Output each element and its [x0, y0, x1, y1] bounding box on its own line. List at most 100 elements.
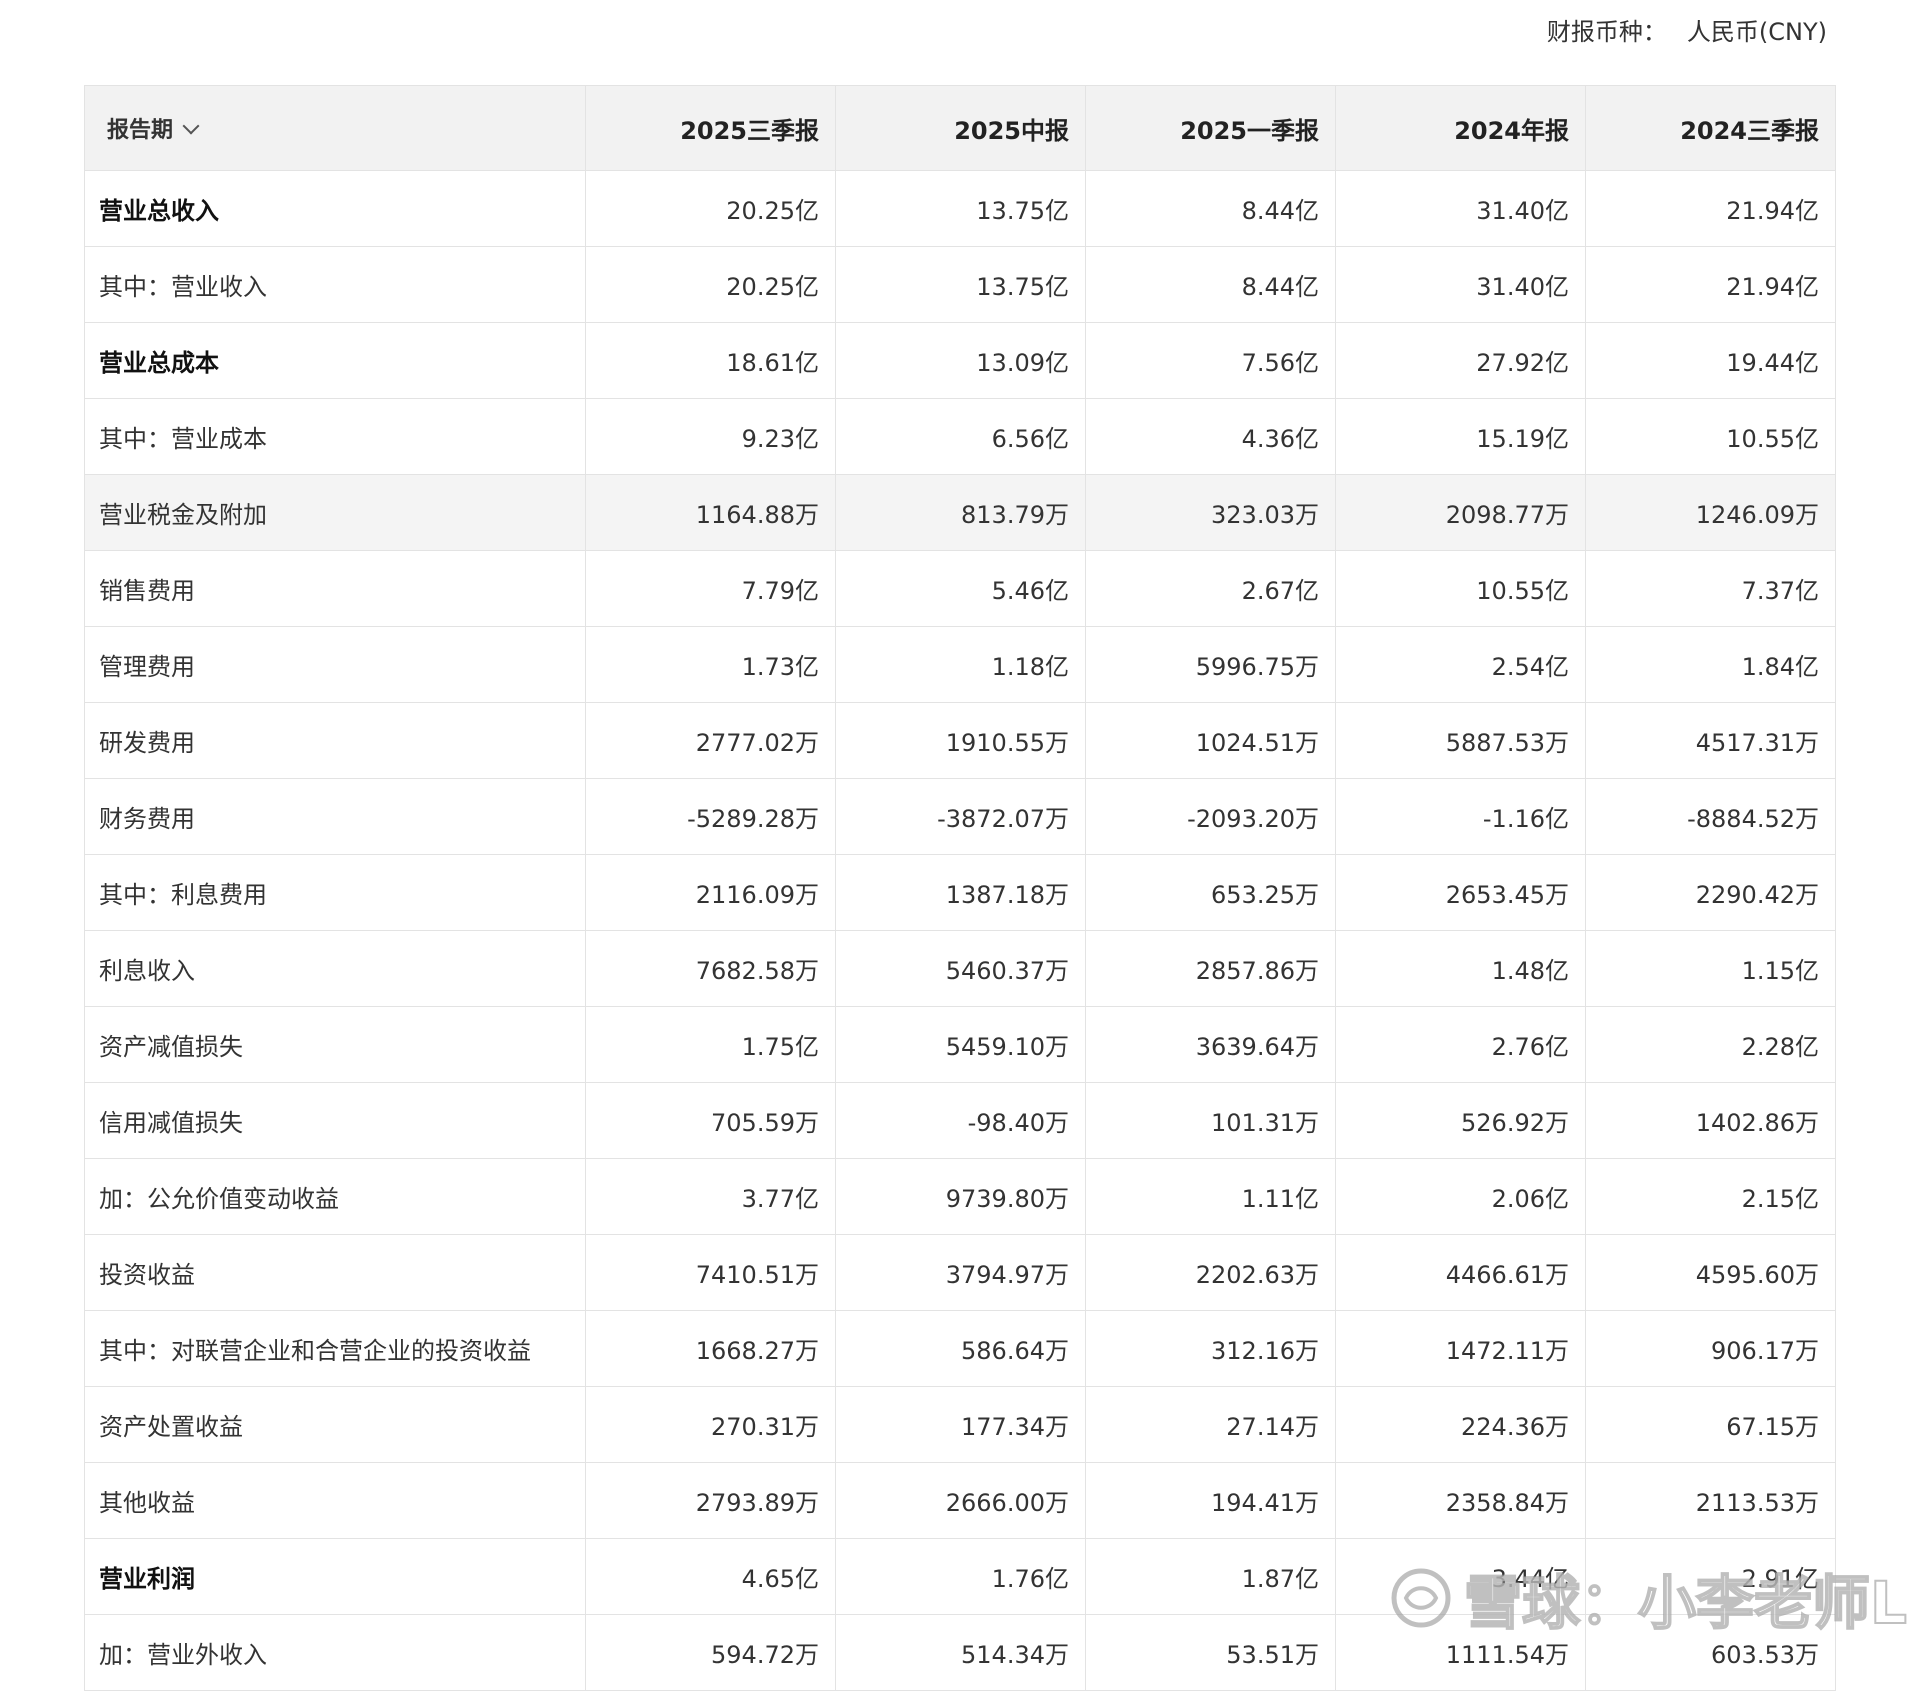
row-value: 1.75亿 [585, 1006, 836, 1083]
row-value: 4595.60万 [1585, 1234, 1836, 1311]
income-statement-table-container: 报告期 2025三季报 2025中报 2025一季报 2024年报 2024三季… [84, 85, 1836, 1691]
report-period-label: 报告期 [107, 118, 174, 143]
row-value: 1.48亿 [1335, 930, 1586, 1007]
row-label: 加：公允价值变动收益 [84, 1158, 586, 1235]
table-row: 研发费用 2777.02万 1910.55万 1024.51万 5887.53万 4517… [84, 702, 1836, 779]
row-label: 营业总成本 [84, 322, 586, 399]
row-value: 312.16万 [1085, 1310, 1336, 1387]
row-value: -98.40万 [835, 1082, 1086, 1159]
row-value: 27.92亿 [1335, 322, 1586, 399]
row-value: 9739.80万 [835, 1158, 1086, 1235]
row-label: 资产减值损失 [84, 1006, 586, 1083]
row-value: 1668.27万 [585, 1310, 836, 1387]
row-value: 1.15亿 [1585, 930, 1836, 1007]
row-value: 224.36万 [1335, 1386, 1586, 1463]
column-header: 2025中报 [835, 85, 1086, 171]
row-value: 2098.77万 [1335, 474, 1586, 551]
row-value: 1111.54万 [1335, 1614, 1586, 1691]
row-value: 603.53万 [1585, 1614, 1836, 1691]
row-value: 3794.97万 [835, 1234, 1086, 1311]
row-label: 投资收益 [84, 1234, 586, 1311]
row-value: 705.59万 [585, 1082, 836, 1159]
row-value: 7.56亿 [1085, 322, 1336, 399]
row-value: 13.75亿 [835, 170, 1086, 247]
table-row: 资产减值损失 1.75亿 5459.10万 3639.64万 2.76亿 2.28亿 [84, 1006, 1836, 1083]
row-value: 8.44亿 [1085, 246, 1336, 323]
row-value: 5.46亿 [835, 550, 1086, 627]
row-label: 利息收入 [84, 930, 586, 1007]
table-row: 其中：营业成本 9.23亿 6.56亿 4.36亿 15.19亿 10.55亿 [84, 398, 1836, 475]
row-value: 5996.75万 [1085, 626, 1336, 703]
row-value: 5887.53万 [1335, 702, 1586, 779]
table-row: 加：营业外收入 594.72万 514.34万 53.51万 1111.54万 603.5… [84, 1614, 1836, 1691]
report-period-dropdown[interactable]: 报告期 [84, 85, 586, 171]
row-value: 7.37亿 [1585, 550, 1836, 627]
row-value: 2.15亿 [1585, 1158, 1836, 1235]
table-row: 财务费用 -5289.28万 -3872.07万 -2093.20万 -1.16亿 -88… [84, 778, 1836, 855]
row-value: 653.25万 [1085, 854, 1336, 931]
row-value: 270.31万 [585, 1386, 836, 1463]
table-row: 资产处置收益 270.31万 177.34万 27.14万 224.36万 67.15万 [84, 1386, 1836, 1463]
row-value: 2.76亿 [1335, 1006, 1586, 1083]
row-value: 323.03万 [1085, 474, 1336, 551]
currency-value: 人民币(CNY) [1686, 18, 1827, 46]
row-value: -1.16亿 [1335, 778, 1586, 855]
row-value: 2290.42万 [1585, 854, 1836, 931]
table-row: 营业总成本 18.61亿 13.09亿 7.56亿 27.92亿 19.44亿 [84, 322, 1836, 399]
row-label: 营业税金及附加 [84, 474, 586, 551]
chevron-down-icon [182, 117, 200, 135]
row-label: 研发费用 [84, 702, 586, 779]
table-row: 其中：营业收入 20.25亿 13.75亿 8.44亿 31.40亿 21.94亿 [84, 246, 1836, 323]
table-row: 营业利润 4.65亿 1.76亿 1.87亿 3.44亿 2.91亿 [84, 1538, 1836, 1615]
row-value: 13.09亿 [835, 322, 1086, 399]
row-value: 526.92万 [1335, 1082, 1586, 1159]
column-header: 2024年报 [1335, 85, 1586, 171]
row-label: 信用减值损失 [84, 1082, 586, 1159]
table-row: 营业税金及附加 1164.88万 813.79万 323.03万 2098.77万 124… [84, 474, 1836, 551]
row-value: 1024.51万 [1085, 702, 1336, 779]
row-value: 101.31万 [1085, 1082, 1336, 1159]
row-value: 2.54亿 [1335, 626, 1586, 703]
row-value: -5289.28万 [585, 778, 836, 855]
row-value: 586.64万 [835, 1310, 1086, 1387]
row-label: 销售费用 [84, 550, 586, 627]
table-row: 其中：对联营企业和合营企业的投资收益 1668.27万 586.64万 312.16万… [84, 1310, 1836, 1387]
row-value: 2666.00万 [835, 1462, 1086, 1539]
row-value: 10.55亿 [1585, 398, 1836, 475]
row-label: 资产处置收益 [84, 1386, 586, 1463]
row-value: 4517.31万 [1585, 702, 1836, 779]
table-header-row: 报告期 2025三季报 2025中报 2025一季报 2024年报 2024三季… [84, 85, 1836, 171]
row-value: 2.67亿 [1085, 550, 1336, 627]
row-value: 1164.88万 [585, 474, 836, 551]
table-row: 营业总收入 20.25亿 13.75亿 8.44亿 31.40亿 21.94亿 [84, 170, 1836, 247]
row-value: 194.41万 [1085, 1462, 1336, 1539]
table-row: 信用减值损失 705.59万 -98.40万 101.31万 526.92万 1402.8… [84, 1082, 1836, 1159]
row-value: 5460.37万 [835, 930, 1086, 1007]
row-value: 7410.51万 [585, 1234, 836, 1311]
row-value: 2.06亿 [1335, 1158, 1586, 1235]
row-value: 2777.02万 [585, 702, 836, 779]
row-value: 2.91亿 [1585, 1538, 1836, 1615]
row-value: 1910.55万 [835, 702, 1086, 779]
row-value: 21.94亿 [1585, 246, 1836, 323]
row-value: 1402.86万 [1585, 1082, 1836, 1159]
row-value: 31.40亿 [1335, 246, 1586, 323]
row-label: 管理费用 [84, 626, 586, 703]
row-value: 2793.89万 [585, 1462, 836, 1539]
table-row: 其他收益 2793.89万 2666.00万 194.41万 2358.84万 2113.… [84, 1462, 1836, 1539]
row-value: 15.19亿 [1335, 398, 1586, 475]
row-value: 1.73亿 [585, 626, 836, 703]
row-value: 27.14万 [1085, 1386, 1336, 1463]
income-statement-table: 报告期 2025三季报 2025中报 2025一季报 2024年报 2024三季… [84, 85, 1836, 1691]
column-header: 2025三季报 [585, 85, 836, 171]
row-label: 营业总收入 [84, 170, 586, 247]
row-label: 其中：营业成本 [84, 398, 586, 475]
row-value: 3639.64万 [1085, 1006, 1336, 1083]
column-header: 2025一季报 [1085, 85, 1336, 171]
table-row: 其中：利息费用 2116.09万 1387.18万 653.25万 2653.45万 22… [84, 854, 1836, 931]
row-value: 4.65亿 [585, 1538, 836, 1615]
row-label: 其中：对联营企业和合营企业的投资收益 [84, 1310, 586, 1387]
currency-label: 财报币种： [1546, 18, 1667, 46]
row-value: 9.23亿 [585, 398, 836, 475]
row-value: -8884.52万 [1585, 778, 1836, 855]
